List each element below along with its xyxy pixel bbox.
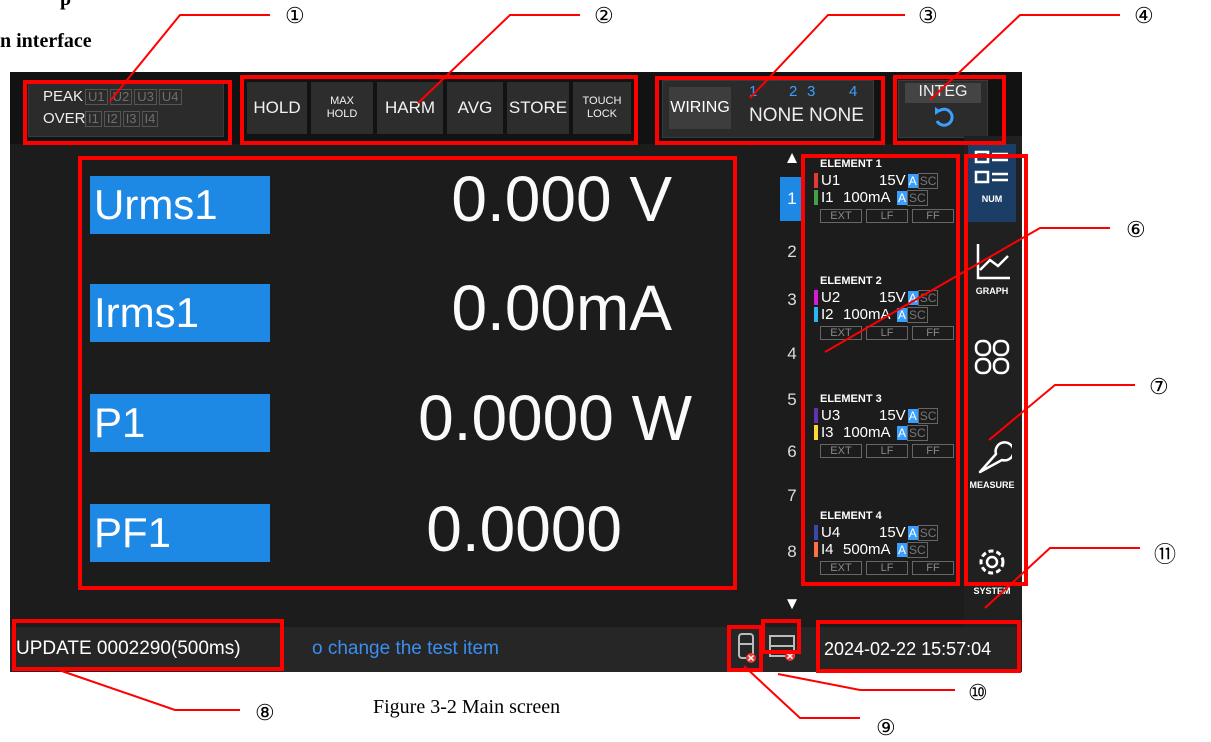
callout-1: ① <box>285 3 305 28</box>
callout-2: ② <box>594 3 614 28</box>
callout-10: ⑩ <box>968 680 988 705</box>
callout-7: ⑦ <box>1149 374 1169 399</box>
callout-11: ⑪ <box>1154 542 1177 567</box>
callout-3: ③ <box>918 3 938 28</box>
callout-4: ④ <box>1134 3 1154 28</box>
callout-9: ⑨ <box>876 715 896 740</box>
callout-8: ⑧ <box>255 700 275 725</box>
callout-leader-lines <box>52 14 1140 719</box>
figure-caption: Figure 3-2 Main screen <box>373 696 561 718</box>
callout-6: ⑥ <box>1126 217 1146 242</box>
